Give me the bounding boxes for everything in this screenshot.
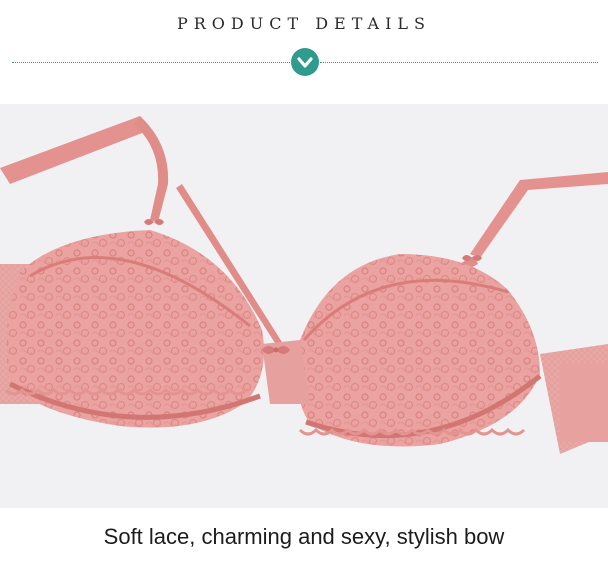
photo-caption: Soft lace, charming and sexy, stylish bo… [103,524,505,549]
section-title: PRODUCT DETAILS [176,14,431,33]
product-photo [0,104,608,508]
dotted-divider-right [320,62,598,63]
dotted-divider-left [12,62,290,63]
checkmark-chevron-icon [297,57,313,68]
lace-bra-illustration [0,116,608,454]
checkmark-badge [291,48,319,76]
